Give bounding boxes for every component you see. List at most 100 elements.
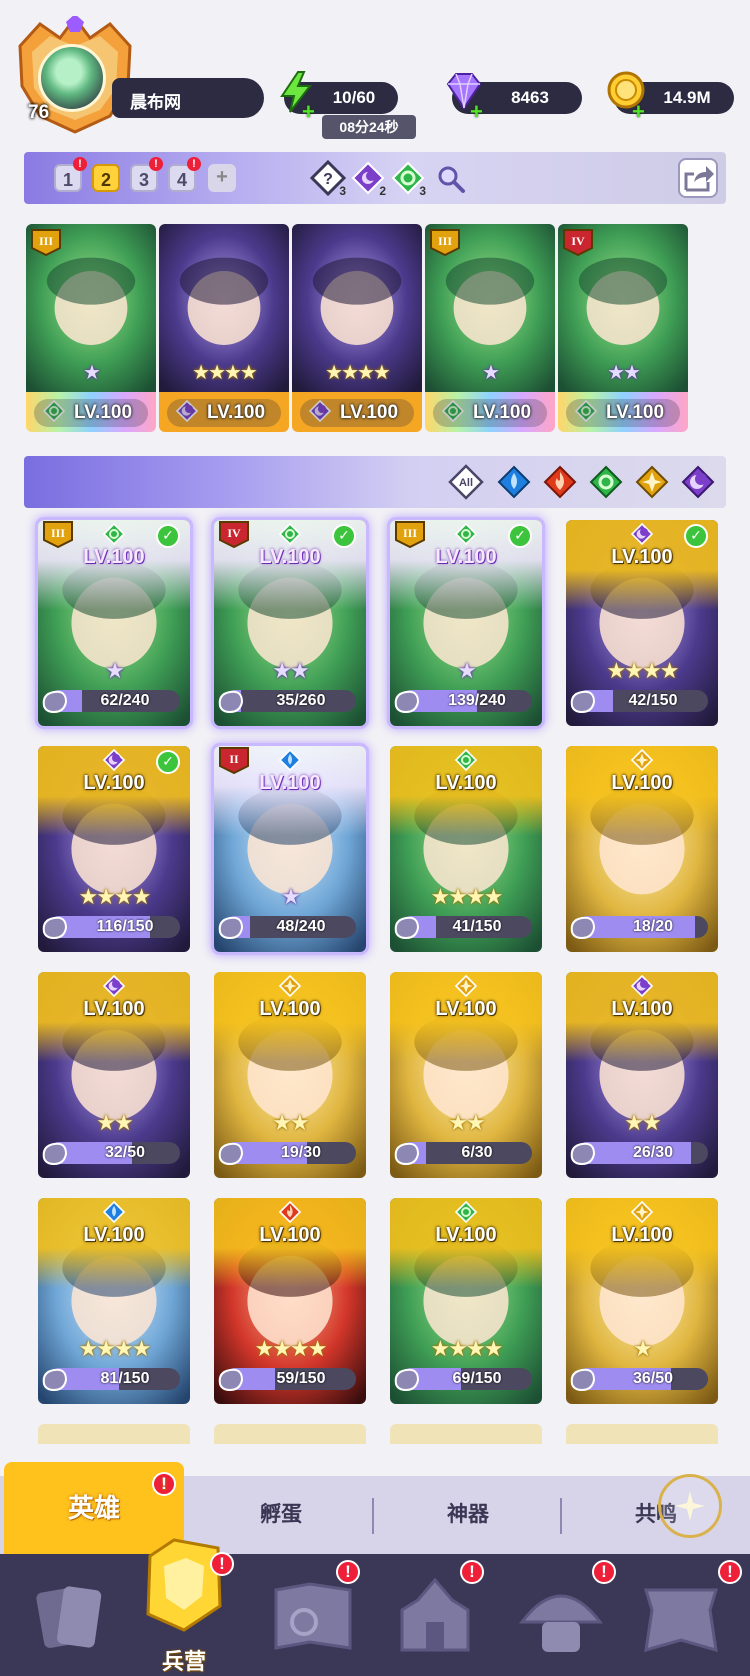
svg-text:III: III	[438, 234, 452, 248]
tab-artifacts[interactable]: 神器	[374, 1476, 562, 1554]
filter-light-icon[interactable]	[634, 464, 670, 500]
in-team-check-icon: ✓	[156, 524, 180, 548]
rank-badge-icon: III	[394, 520, 426, 549]
hero-card[interactable]: LV.100 ★★★★ 81/150	[38, 1198, 190, 1404]
moon-element-icon	[630, 974, 654, 998]
nav-barracks-label: 兵营	[161, 1649, 206, 1674]
hero-card[interactable]: LV.100 ★★ 32/50	[38, 972, 190, 1178]
gem-counter[interactable]: + 8463	[446, 73, 582, 124]
star-rating: ★	[105, 658, 125, 683]
moon-element-count-value: 2	[379, 184, 386, 198]
hero-shard-icon	[394, 1368, 420, 1392]
hero-card[interactable]: LV.100 ★★ 26/30	[566, 972, 718, 1178]
star-rating: ★★	[272, 658, 309, 683]
hero-level: LV.100	[259, 772, 321, 794]
leaf-element-icon	[454, 1200, 478, 1224]
add-gold-icon[interactable]: +	[632, 96, 645, 128]
hero-level: LV.100	[611, 772, 673, 794]
team-tab-label: 2	[100, 170, 111, 190]
team-slot-card[interactable]: IV ★★ LV.100	[558, 224, 688, 432]
magnifier-icon[interactable]	[436, 164, 466, 194]
hero-shard-icon	[42, 1142, 68, 1166]
add-energy-icon[interactable]: +	[302, 96, 315, 128]
nav-castle[interactable]: !	[380, 1560, 490, 1666]
hero-card[interactable]: LV.100 ★★ 19/30	[214, 972, 366, 1178]
gem-value: 8463	[511, 88, 549, 107]
hero-shard-icon	[218, 1142, 244, 1166]
leaf-element-icon	[454, 522, 478, 546]
element-filter-bar: All	[24, 456, 726, 508]
sparkle-fab-button[interactable]	[658, 1474, 722, 1538]
team-tab-3[interactable]: 3!	[130, 157, 163, 192]
star-rating: ★★★★	[325, 362, 391, 384]
team-card-footer: LV.100	[558, 392, 688, 432]
nav-barracks[interactable]: 兵营 !	[124, 1526, 244, 1676]
tab-heroes-label: 英雄	[67, 1493, 120, 1523]
hero-shard-icon	[218, 1368, 244, 1392]
sparkle-icon	[675, 1491, 705, 1521]
star-rating: ★★	[448, 1110, 485, 1135]
filter-all-button[interactable]: All	[448, 464, 484, 500]
leaf-element-icon	[278, 522, 302, 546]
share-button[interactable]	[678, 158, 718, 198]
hero-level: LV.100	[611, 546, 673, 568]
hero-level: LV.100	[435, 772, 497, 794]
nav-mushroom-house[interactable]: !	[506, 1560, 616, 1666]
hero-card[interactable]: LV.100 ★★★★ 41/150	[390, 746, 542, 952]
hero-card[interactable]: III ✓ LV.100 ★ 139/240	[390, 520, 542, 726]
hero-card[interactable]: III ✓ LV.100 ★ 62/240	[38, 520, 190, 726]
svg-text:IV: IV	[571, 234, 585, 248]
svg-text:IV: IV	[227, 526, 241, 540]
team-slot-card[interactable]: ★★★★ LV.100	[159, 224, 289, 432]
filter-water-icon[interactable]	[496, 464, 532, 500]
team-slot-card[interactable]: III ★ LV.100	[26, 224, 156, 432]
filter-moon-icon[interactable]	[680, 464, 716, 500]
team-tab-label: 3	[138, 170, 149, 190]
hero-level: LV.100	[83, 1224, 145, 1246]
team-card-footer: LV.100	[292, 392, 422, 432]
team-slot-card[interactable]: III ★ LV.100	[425, 224, 555, 432]
gold-counter[interactable]: + 14.9M	[607, 71, 734, 124]
hero-shard-icon	[218, 690, 244, 714]
hero-card[interactable]: II LV.100 ★ 48/240	[214, 746, 366, 952]
star-rating: ★★★★	[430, 884, 504, 909]
add-gems-icon[interactable]: +	[470, 96, 483, 128]
hero-level: LV.100	[300, 399, 414, 427]
hero-card[interactable]: LV.100 ★★★★ 59/150	[214, 1198, 366, 1404]
team-slot-card[interactable]: ★★★★ LV.100	[292, 224, 422, 432]
hero-card[interactable]: LV.100 ★★★★ 69/150	[390, 1198, 542, 1404]
tab-resonance[interactable]: 共鸣	[562, 1476, 750, 1554]
hero-level: LV.100	[611, 1224, 673, 1246]
energy-counter[interactable]: + 10/60	[280, 71, 398, 124]
hero-card[interactable]: LV.100 ★ 36/50	[566, 1198, 718, 1404]
nav-guild-alert-icon: !	[718, 1560, 742, 1584]
filter-leaf-icon[interactable]	[588, 464, 624, 500]
star-rating: ★★★★	[192, 362, 258, 384]
star-rating: ★★★★	[430, 1336, 504, 1361]
team-selector-bar: 1! 2 3! 4! + ? 3 2 3	[24, 152, 726, 204]
hero-level: LV.100	[83, 772, 145, 794]
hero-card[interactable]: ✓ LV.100 ★★★★ 116/150	[38, 746, 190, 952]
moon-element-icon	[102, 748, 126, 772]
team-tab-2[interactable]: 2	[92, 164, 120, 192]
team-tab-4[interactable]: 4!	[168, 157, 201, 192]
hero-card[interactable]: LV.100 ★★ 6/30	[390, 972, 542, 1178]
player-level: 76	[28, 102, 50, 123]
team-tab-1[interactable]: 1!	[54, 157, 87, 192]
nav-map[interactable]: !	[258, 1560, 368, 1666]
nav-guild[interactable]: !	[626, 1560, 742, 1666]
light-element-icon	[278, 974, 302, 998]
filter-fire-icon[interactable]	[542, 464, 578, 500]
hero-shard-icon	[570, 1142, 596, 1166]
leaf-element-icon	[102, 522, 126, 546]
nav-cards[interactable]	[14, 1570, 124, 1666]
nav-map-alert-icon: !	[336, 1560, 360, 1584]
team-card-footer: LV.100	[159, 392, 289, 432]
hero-card[interactable]: LV.100 18/20	[566, 746, 718, 952]
hero-card[interactable]: ✓ LV.100 ★★★★ 42/150	[566, 520, 718, 726]
hero-level: LV.100	[435, 546, 497, 568]
hero-shard-icon	[394, 1142, 420, 1166]
hero-card[interactable]: IV ✓ LV.100 ★★ 35/260	[214, 520, 366, 726]
star-rating: ★	[83, 362, 101, 384]
add-team-button[interactable]: +	[208, 164, 236, 192]
